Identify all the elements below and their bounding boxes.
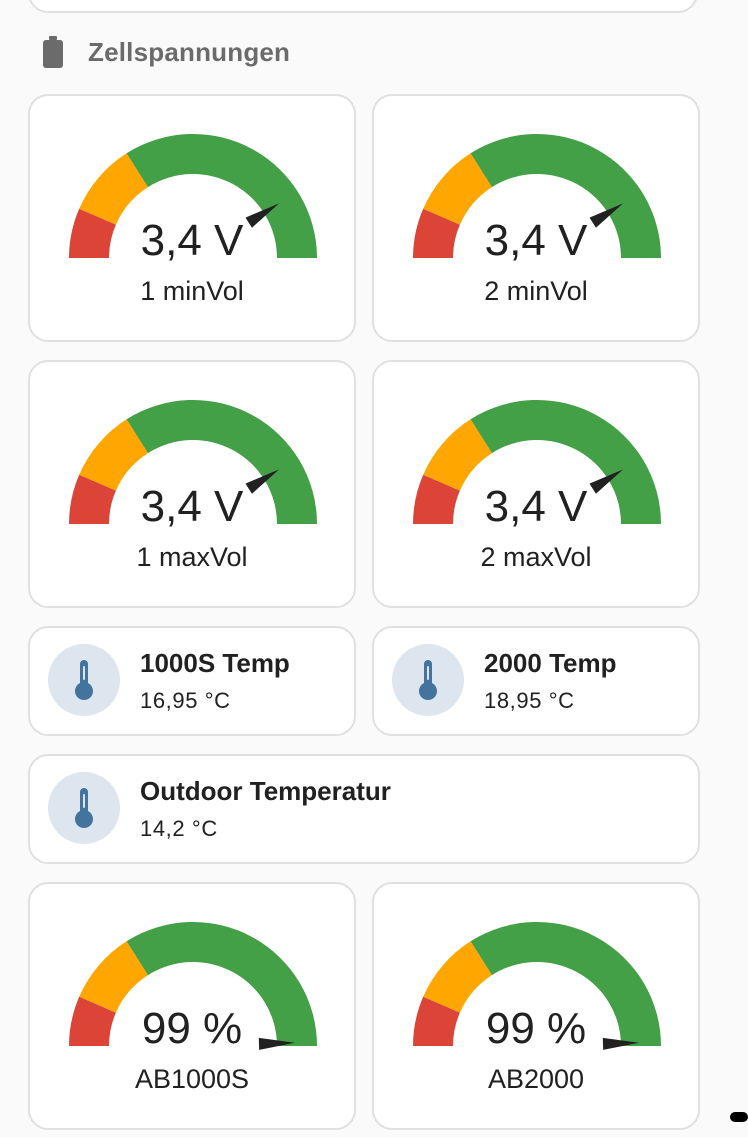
tile-icon-badge xyxy=(48,644,120,716)
gauge-value: 3,4 V xyxy=(484,216,588,265)
previous-card xyxy=(28,0,698,13)
tile-icon-badge xyxy=(392,644,464,716)
gauge-card-1-maxvol[interactable]: 3,4 V 1 maxVol xyxy=(28,360,356,608)
thermometer-icon xyxy=(419,660,437,700)
tile-icon-badge xyxy=(48,772,120,844)
gauge-value: 99 % xyxy=(141,1004,243,1053)
gauge-card-1-minvol[interactable]: 3,4 V 1 minVol xyxy=(28,94,356,342)
gauge-name: AB1000S xyxy=(134,1064,250,1094)
gauge-name: AB2000 xyxy=(487,1064,585,1094)
gauge-value: 3,4 V xyxy=(140,216,244,265)
gauge-value: 3,4 V xyxy=(140,482,244,531)
gauge-card-ab2000[interactable]: 99 % AB2000 xyxy=(372,882,700,1130)
thermometer-icon xyxy=(75,660,93,700)
tile-name: 1000S Temp xyxy=(140,648,290,678)
gauge-name: 2 minVol xyxy=(484,276,588,306)
tile-state: 16,95 °C xyxy=(140,688,231,713)
tile-state: 18,95 °C xyxy=(484,688,575,713)
tile-state: 14,2 °C xyxy=(140,816,218,841)
gauge-card-ab1000s[interactable]: 99 % AB1000S xyxy=(28,882,356,1130)
gauge-card-2-maxvol[interactable]: 3,4 V 2 maxVol xyxy=(372,360,700,608)
gauge-name: 1 minVol xyxy=(140,276,244,306)
tile-1000s-temp[interactable]: 1000S Temp 16,95 °C xyxy=(28,626,356,736)
tile-name: Outdoor Temperatur xyxy=(140,776,391,806)
thermometer-icon xyxy=(75,788,93,828)
scroll-indicator xyxy=(730,1112,748,1122)
battery-icon xyxy=(43,36,63,68)
gauge-name: 2 maxVol xyxy=(480,542,592,572)
tile-2000-temp[interactable]: 2000 Temp 18,95 °C xyxy=(372,626,700,736)
section-title: Zellspannungen xyxy=(88,36,291,67)
gauge-value: 3,4 V xyxy=(484,482,588,531)
section-header: Zellspannungen xyxy=(42,34,290,70)
gauge-name: 1 maxVol xyxy=(136,542,248,572)
tile-name: 2000 Temp xyxy=(484,648,617,678)
gauge-value: 99 % xyxy=(485,1004,587,1053)
tile-outdoor-temperatur[interactable]: Outdoor Temperatur 14,2 °C xyxy=(28,754,700,864)
gauge-card-2-minvol[interactable]: 3,4 V 2 minVol xyxy=(372,94,700,342)
